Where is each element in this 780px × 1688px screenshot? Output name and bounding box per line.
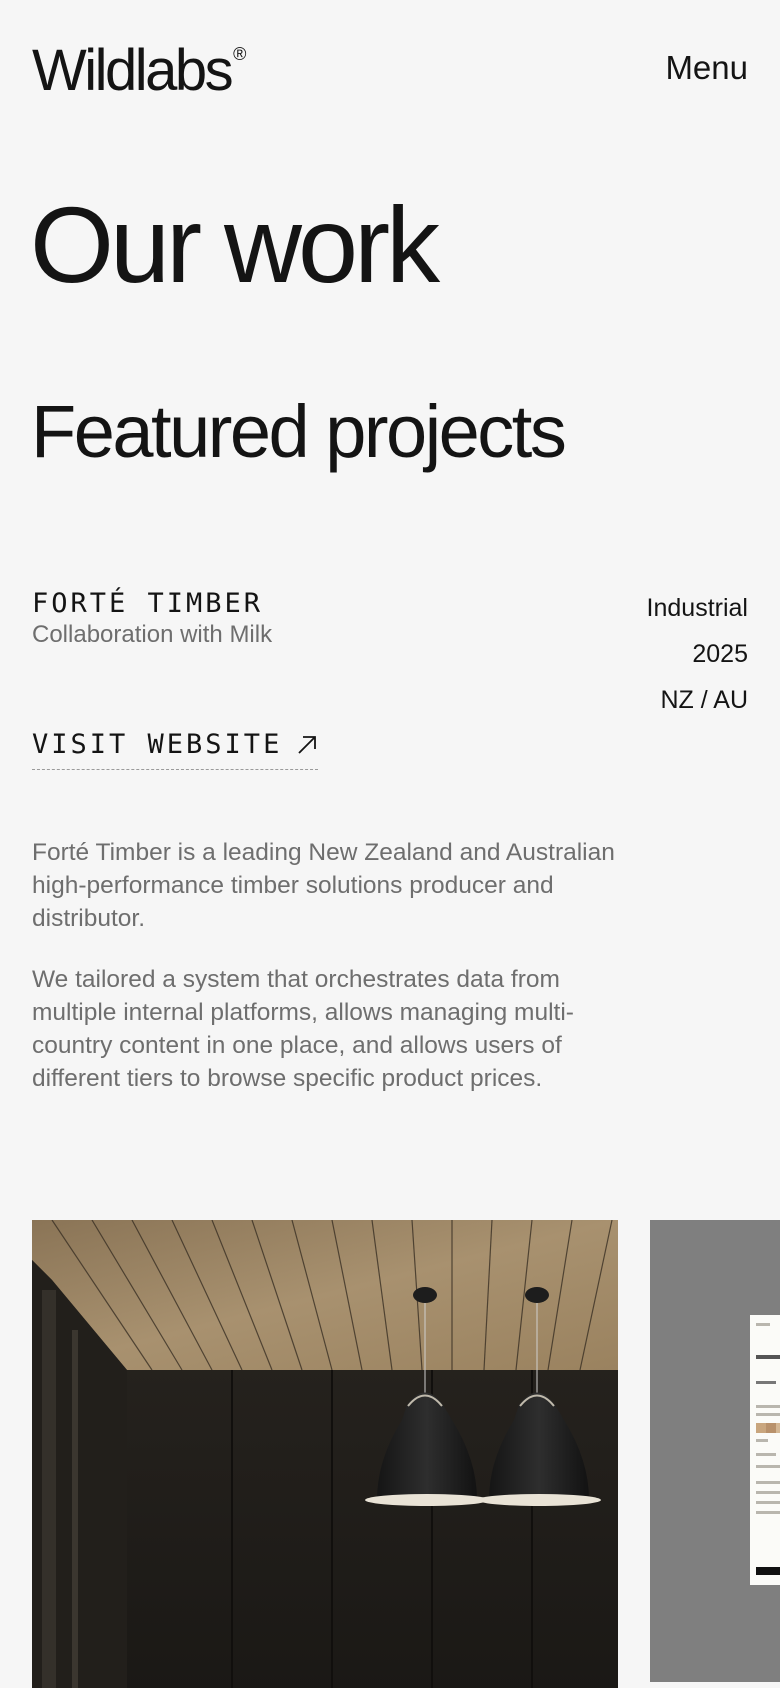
project-description: Forté Timber is a leading New Zealand an… <box>32 839 615 932</box>
project-year: 2025 <box>692 640 748 668</box>
arrow-up-right-icon <box>298 736 317 754</box>
registered-mark: ® <box>233 44 247 64</box>
project-title: FORTÉ TIMBER <box>32 588 264 619</box>
project-subtitle: Collaboration with Milk <box>32 621 273 648</box>
page: Wildlabs ® Menu Our work Featured project… <box>0 0 780 1688</box>
visit-website-label: VISIT WEBSITE <box>32 729 283 760</box>
project-category: Industrial <box>646 594 748 622</box>
logo-text: Wildlabs <box>32 38 234 103</box>
interior-photo <box>32 1220 618 1688</box>
project-description: We tailored a system that orchestrates d… <box>32 966 574 1092</box>
project-region: NZ / AU <box>660 686 748 714</box>
visit-website-link[interactable]: VISIT WEBSITE <box>32 727 319 770</box>
menu-button[interactable]: Menu <box>665 48 748 88</box>
section-title: Featured projects <box>31 390 567 473</box>
page-title: Our work <box>30 184 440 305</box>
wildlabs-logo[interactable]: Wildlabs ® <box>32 36 246 119</box>
project-image-interior[interactable] <box>32 1220 618 1688</box>
project-image-document[interactable] <box>650 1220 780 1682</box>
document-mockup <box>750 1315 780 1585</box>
project-meta: Industrial 2025 NZ / AU <box>647 585 748 723</box>
